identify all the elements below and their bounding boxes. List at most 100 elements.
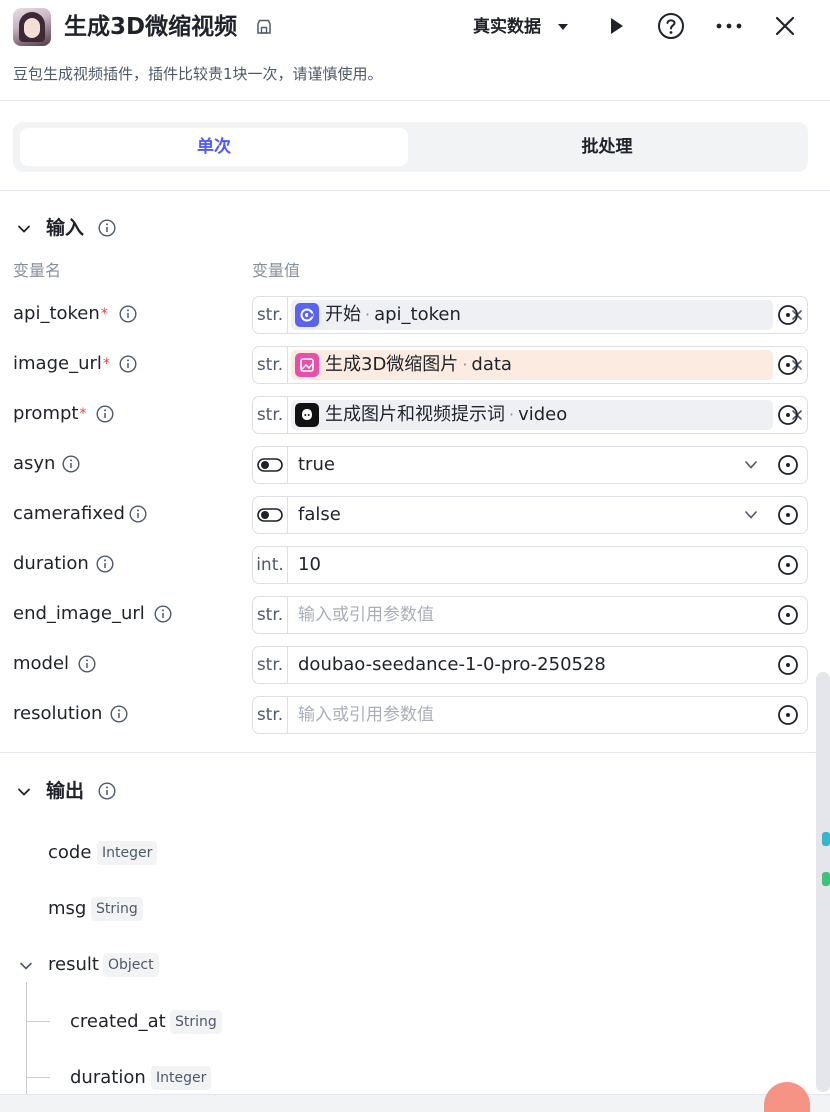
info-icon[interactable]: [62, 455, 80, 473]
variable-picker-icon[interactable]: [777, 454, 799, 476]
param-value-select[interactable]: true: [252, 446, 808, 484]
param-value-field[interactable]: str. 生成3D微缩图片 · data: [252, 346, 808, 384]
param-row-camerafixed: camerafixed false: [0, 495, 830, 535]
param-name: image_url*: [13, 353, 110, 374]
type-badge: String: [170, 1010, 222, 1034]
param-value-input[interactable]: str. 输入或引用参数值: [252, 696, 808, 734]
chevron-down-icon[interactable]: [743, 509, 759, 521]
info-icon[interactable]: [129, 505, 147, 523]
info-icon[interactable]: [96, 405, 114, 423]
variable-picker-icon[interactable]: [777, 354, 799, 376]
type-label: str.: [253, 397, 288, 433]
close-button[interactable]: [770, 11, 800, 41]
store-icon[interactable]: [255, 18, 273, 36]
assistant-bubble-icon[interactable]: [764, 1082, 810, 1112]
param-value-field[interactable]: str. 生成图片和视频提示词 · video: [252, 396, 808, 434]
tab-batch[interactable]: 批处理: [413, 128, 801, 166]
param-value-input[interactable]: str. 输入或引用参数值: [252, 596, 808, 634]
param-value-input[interactable]: str. doubao-seedance-1-0-pro-250528: [252, 646, 808, 684]
chevron-down-icon[interactable]: [16, 784, 32, 800]
info-icon[interactable]: [78, 655, 96, 673]
output-field-name: msg: [48, 898, 87, 919]
info-icon[interactable]: [154, 605, 172, 623]
chevron-down-icon[interactable]: [18, 958, 34, 974]
col-head-value: 变量值: [252, 261, 301, 280]
ref-source: 生成图片和视频提示词: [325, 404, 505, 425]
param-row-image-url: image_url* str. 生成3D微缩图片 · data: [0, 345, 830, 385]
panel-description: 豆包生成视频插件，插件比较贵1块一次，请谨慎使用。: [13, 65, 383, 83]
output-field-name: created_at: [70, 1011, 166, 1032]
ref-field: video: [518, 404, 568, 425]
help-button[interactable]: [656, 11, 686, 41]
variable-picker-icon[interactable]: [777, 554, 799, 576]
help-icon: [658, 13, 684, 39]
param-value-field[interactable]: str. 开始 · api_token: [252, 296, 808, 334]
input-section-title: 输入: [46, 217, 85, 239]
header-divider: [0, 100, 830, 101]
boolean-toggle-icon: [257, 458, 283, 472]
variable-reference-chip[interactable]: 开始 · api_token: [291, 300, 802, 330]
tree-connector: [26, 1077, 50, 1078]
more-button[interactable]: [714, 11, 744, 41]
type-label: [253, 447, 288, 483]
info-icon[interactable]: [110, 705, 128, 723]
input-value[interactable]: 10: [298, 547, 321, 583]
variable-picker-icon[interactable]: [777, 504, 799, 526]
param-name: prompt*: [13, 403, 87, 424]
info-icon[interactable]: [119, 355, 137, 373]
type-label: int.: [253, 547, 288, 583]
required-mark: *: [102, 356, 110, 372]
caret-down-icon[interactable]: [556, 21, 570, 33]
panel-title: 生成3D微缩视频: [64, 14, 238, 40]
type-badge: Integer: [97, 841, 158, 865]
variable-picker-icon[interactable]: [777, 704, 799, 726]
realdata-dropdown[interactable]: 真实数据: [473, 13, 541, 41]
canvas-edge-marker: [822, 832, 830, 846]
select-value: false: [298, 504, 341, 525]
input-placeholder[interactable]: 输入或引用参数值: [298, 697, 434, 733]
info-icon[interactable]: [96, 555, 114, 573]
info-icon[interactable]: [98, 219, 116, 237]
run-button[interactable]: [601, 11, 631, 41]
type-label: str.: [253, 647, 288, 683]
param-name: camerafixed: [13, 503, 125, 524]
required-mark: *: [100, 306, 108, 322]
param-value-input[interactable]: int. 10: [252, 546, 808, 584]
param-name: end_image_url: [13, 603, 145, 624]
param-value-select[interactable]: false: [252, 496, 808, 534]
variable-reference-chip[interactable]: 生成图片和视频提示词 · video: [291, 400, 802, 430]
variable-picker-icon[interactable]: [777, 404, 799, 426]
input-placeholder[interactable]: 输入或引用参数值: [298, 597, 434, 633]
info-icon[interactable]: [119, 305, 137, 323]
type-label: str.: [253, 597, 288, 633]
param-row-end-image-url: end_image_url str. 输入或引用参数值: [0, 595, 830, 635]
input-value[interactable]: doubao-seedance-1-0-pro-250528: [298, 647, 606, 683]
image-node-icon: [295, 353, 319, 377]
type-label: [253, 497, 288, 533]
ref-field: api_token: [374, 304, 461, 325]
param-row-asyn: asyn true: [0, 445, 830, 485]
type-badge: Object: [103, 953, 159, 977]
chevron-down-icon[interactable]: [743, 459, 759, 471]
chevron-down-icon[interactable]: [16, 221, 32, 237]
param-name: api_token*: [13, 303, 108, 324]
param-row-model: model str. doubao-seedance-1-0-pro-25052…: [0, 645, 830, 685]
param-row-api-token: api_token* str. 开始 · api_token: [0, 295, 830, 335]
output-field-name: code: [48, 842, 92, 863]
close-icon: [775, 16, 795, 36]
required-mark: *: [79, 406, 87, 422]
output-field-name: result: [48, 954, 99, 975]
param-row-duration: duration int. 10: [0, 545, 830, 585]
variable-picker-icon[interactable]: [777, 604, 799, 626]
section-divider: [0, 752, 830, 753]
type-label: str.: [253, 697, 288, 733]
variable-picker-icon[interactable]: [777, 654, 799, 676]
play-icon: [611, 18, 623, 34]
mode-tabs: 单次 批处理: [13, 122, 808, 172]
info-icon[interactable]: [98, 782, 116, 800]
tree-connector: [26, 1021, 50, 1022]
variable-picker-icon[interactable]: [777, 304, 799, 326]
tab-single[interactable]: 单次: [20, 128, 408, 166]
type-badge: Integer: [151, 1066, 212, 1090]
variable-reference-chip[interactable]: 生成3D微缩图片 · data: [291, 350, 802, 380]
